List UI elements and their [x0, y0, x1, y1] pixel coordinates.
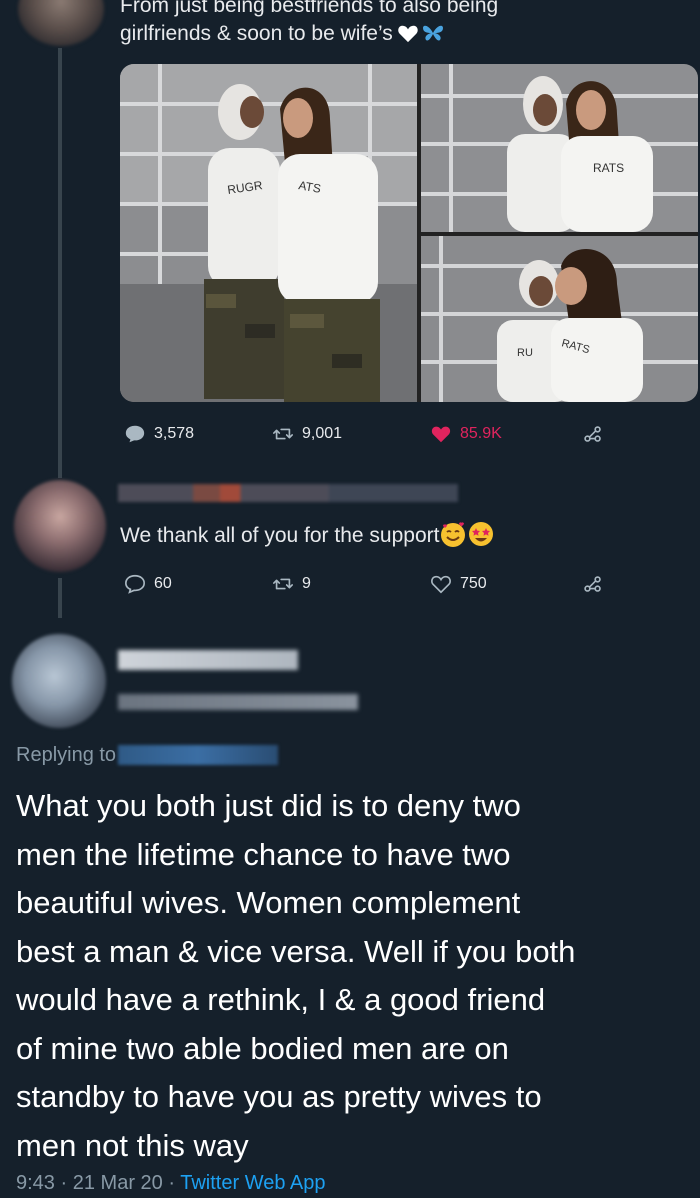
photo-3[interactable]: RU RATS — [421, 236, 698, 402]
tweet-source-link[interactable]: Twitter Web App — [180, 1172, 325, 1194]
photo-2[interactable]: RATS — [421, 64, 698, 232]
reply-count: 60 — [154, 575, 172, 592]
retweet-count: 9 — [302, 575, 311, 592]
reply-body: What you both just did is to deny two me… — [16, 782, 692, 1170]
reply-body-line: men the lifetime chance to have two — [16, 836, 511, 872]
reply-body-line: of mine two able bodied men are on — [16, 1030, 509, 1066]
reply-body-line: beautiful wives. Women complement — [16, 885, 521, 920]
white-heart-icon — [398, 25, 418, 43]
avatar[interactable] — [12, 634, 106, 728]
tweet-text-content: We thank all of you for the support — [120, 524, 440, 547]
reply-body-line: would have a rethink, I & a good friend — [16, 982, 546, 1017]
svg-text:RATS: RATS — [593, 161, 624, 175]
reply-body-line: standby to have you as pretty wives to — [16, 1079, 542, 1114]
retweet-button[interactable]: 9 — [272, 572, 311, 596]
avatar[interactable] — [18, 0, 104, 46]
tweet-date: 21 Mar 20 — [72, 1172, 163, 1194]
redacted-handle — [118, 694, 358, 710]
tweet-text-line: girlfriends & soon to be wife’s — [120, 20, 680, 48]
like-count: 750 — [460, 575, 487, 592]
reply-body-line: best a man & vice versa. Well if you bot… — [16, 933, 576, 969]
butterfly-icon — [422, 25, 443, 41]
tweet-time: 9:43 — [16, 1172, 55, 1194]
heart-icon — [431, 426, 451, 443]
tweet-text-line: From just being bestfriends to also bein… — [120, 0, 499, 17]
avatar[interactable] — [14, 480, 106, 572]
share-icon — [584, 576, 601, 592]
svg-text:RU: RU — [517, 347, 533, 359]
tweet-text: From just being bestfriends to also bein… — [120, 0, 680, 48]
reply-button[interactable]: 60 — [124, 572, 172, 596]
reply-icon — [125, 425, 145, 443]
retweet-icon — [273, 578, 293, 590]
replying-to-label: Replying to — [16, 744, 117, 766]
retweet-button[interactable]: 9,001 — [272, 422, 342, 446]
redacted-name — [118, 650, 298, 670]
photo-grid[interactable]: RUGR ATS RATS RU RATS — [120, 64, 698, 402]
heart-outline-icon — [431, 575, 451, 594]
redacted-name — [118, 484, 458, 502]
separator: · — [168, 1172, 176, 1194]
like-count: 85.9K — [460, 425, 502, 442]
smiling-face-with-hearts-icon — [441, 522, 466, 547]
retweet-icon — [273, 428, 293, 440]
reply-icon — [125, 574, 145, 594]
reply-count: 3,578 — [154, 425, 195, 442]
replying-to: Replying to — [16, 744, 279, 767]
redacted-reply-handle[interactable] — [118, 745, 279, 765]
photo-1[interactable]: RUGR ATS — [120, 64, 417, 402]
star-struck-icon — [469, 522, 494, 546]
thread-line — [58, 48, 62, 478]
retweet-count: 9,001 — [302, 425, 343, 442]
like-button[interactable]: 85.9K — [430, 422, 502, 446]
separator: · — [60, 1172, 68, 1194]
reply-body-line: What you both just did is to deny two — [16, 788, 521, 823]
like-button[interactable]: 750 — [430, 572, 487, 596]
tweet-metadata: 9:43 · 21 Mar 20 · Twitter Web App — [16, 1172, 326, 1195]
share-button[interactable] — [582, 422, 604, 446]
thread-line — [58, 578, 62, 618]
tweet-text: We thank all of you for the support — [120, 520, 495, 550]
share-icon — [584, 426, 601, 442]
reply-body-line: men not this way — [16, 1127, 249, 1163]
tweet-text-line-content: girlfriends & soon to be wife’s — [120, 22, 393, 45]
share-button[interactable] — [582, 572, 604, 596]
reply-button[interactable]: 3,578 — [124, 422, 194, 446]
